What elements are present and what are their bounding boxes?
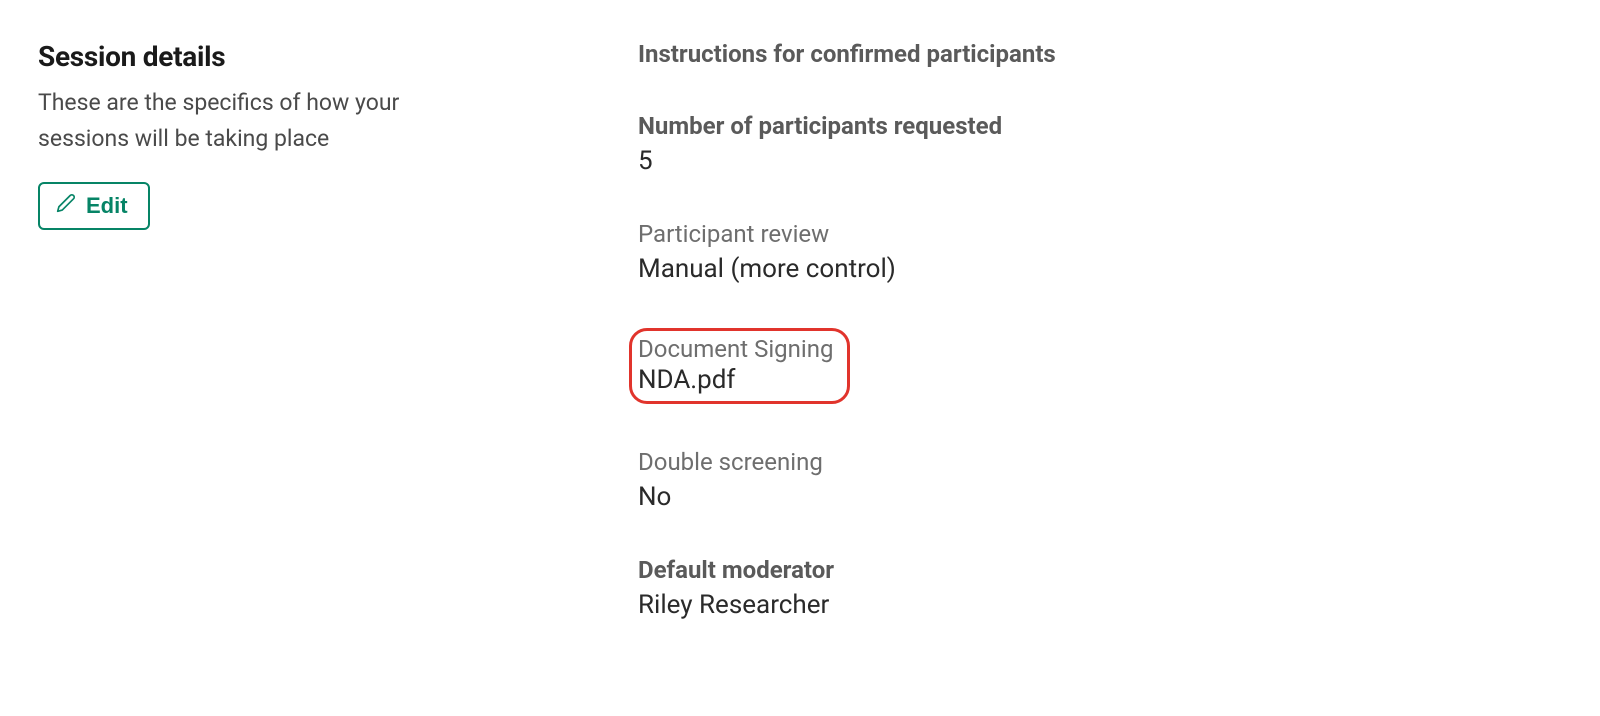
section-description: These are the specifics of how your sess…: [38, 85, 458, 156]
participant-review-row: Participant review Manual (more control): [638, 220, 1562, 284]
document-signing-value: NDA.pdf: [638, 365, 833, 395]
edit-button-label: Edit: [86, 193, 128, 219]
double-screening-label: Double screening: [638, 448, 1562, 476]
pencil-icon: [56, 193, 76, 219]
participant-review-value: Manual (more control): [638, 254, 1562, 284]
session-details-container: Session details These are the specifics …: [0, 0, 1600, 704]
participants-requested-row: Number of participants requested 5: [638, 112, 1562, 176]
participant-review-label: Participant review: [638, 220, 1562, 248]
double-screening-value: No: [638, 482, 1562, 512]
section-title: Session details: [38, 40, 458, 73]
edit-button[interactable]: Edit: [38, 182, 150, 230]
left-column: Session details These are the specifics …: [38, 40, 458, 664]
participants-requested-label: Number of participants requested: [638, 112, 1562, 140]
default-moderator-value: Riley Researcher: [638, 590, 1562, 620]
instructions-heading: Instructions for confirmed participants: [638, 40, 1562, 68]
participants-requested-value: 5: [638, 146, 1562, 176]
document-signing-highlight: Document Signing NDA.pdf: [629, 328, 850, 404]
double-screening-row: Double screening No: [638, 448, 1562, 512]
right-column: Instructions for confirmed participants …: [638, 40, 1562, 664]
document-signing-label: Document Signing: [638, 335, 833, 363]
default-moderator-row: Default moderator Riley Researcher: [638, 556, 1562, 620]
default-moderator-label: Default moderator: [638, 556, 1562, 584]
